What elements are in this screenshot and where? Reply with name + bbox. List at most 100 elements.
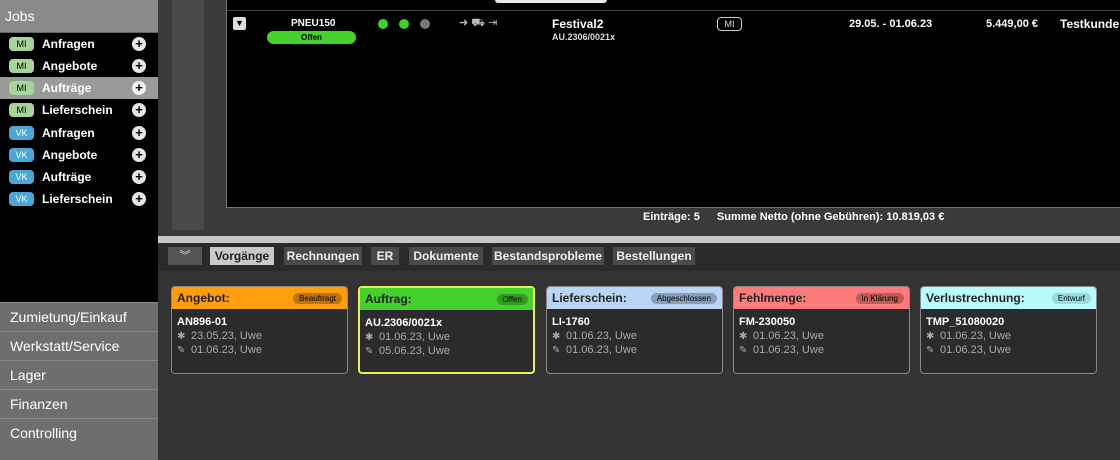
sidebar-item-mi-anfragen[interactable]: MI Anfragen + (0, 33, 158, 55)
card-created: ✱ 01.06.23, Uwe (552, 330, 722, 342)
card-lieferschein[interactable]: Lieferschein: Abgeschlossen LI-1760 ✱ 01.… (546, 286, 723, 374)
status-badge: Abgeschlossen (650, 292, 717, 304)
sidebar-item-label: Anfragen (42, 126, 95, 140)
mi-badge: MI (9, 37, 34, 51)
add-icon[interactable]: + (132, 148, 146, 162)
sidebar-item-label: Aufträge (42, 170, 92, 184)
card-edited: ✎ 05.06.23, Uwe (365, 345, 533, 357)
sidebar-item-vk-lieferschein[interactable]: VK Lieferschein + (0, 188, 158, 210)
card-edited: ✎ 01.06.23, Uwe (177, 344, 347, 356)
edit-icon: ✎ (552, 344, 561, 356)
add-icon[interactable]: + (132, 81, 146, 95)
created-text: 01.06.23, Uwe (566, 330, 637, 342)
created-text: 01.06.23, Uwe (940, 330, 1011, 342)
created-text: 23.05.23, Uwe (191, 330, 262, 342)
row-customer: Testkunde (1060, 17, 1120, 31)
card-created: ✱ 23.05.23, Uwe (177, 330, 347, 342)
mi-badge: MI (9, 103, 34, 117)
vk-badge: VK (9, 192, 34, 206)
tab-dokumente[interactable]: Dokumente (409, 247, 483, 265)
expand-row-icon[interactable]: ▼ (233, 17, 246, 30)
nav-finanzen[interactable]: Finanzen (0, 389, 158, 418)
card-verlustrechnung[interactable]: Verlustrechnung: Entwurf TMP_51080020 ✱ 0… (920, 286, 1097, 374)
arrow-right-icon[interactable]: ➜ (459, 17, 471, 29)
add-icon[interactable]: + (132, 192, 146, 206)
asterisk-icon: ✱ (177, 330, 186, 342)
mi-badge: MI (9, 59, 34, 73)
edit-icon: ✎ (365, 345, 374, 357)
card-created: ✱ 01.06.23, Uwe (365, 331, 533, 343)
status-badge: Offen (267, 31, 356, 44)
asterisk-icon: ✱ (552, 330, 561, 342)
scroll-indicator (495, 0, 607, 3)
pane-splitter[interactable] (158, 236, 1120, 243)
card-header: Angebot: Beauftragt (172, 287, 347, 309)
edit-icon: ✎ (177, 344, 186, 356)
edited-text: 05.06.23, Uwe (379, 345, 450, 357)
nav-lager[interactable]: Lager (0, 360, 158, 389)
table-row[interactable]: ▼ PNEU150 Offen ➜⛟⇥ Festival2 AU.2306/00… (227, 10, 1120, 52)
card-auftrag[interactable]: Auftrag: Offen AU.2306/0021x ✱ 01.06.23, … (358, 286, 535, 374)
card-header: Lieferschein: Abgeschlossen (547, 287, 722, 309)
sign-in-icon[interactable]: ⇥ (488, 17, 500, 29)
mi-badge: MI (9, 81, 34, 95)
status-badge: Offen (496, 293, 528, 305)
card-code: AU.2306/0021x (365, 317, 443, 329)
tab-er[interactable]: ER (371, 247, 399, 265)
add-icon[interactable]: + (132, 37, 146, 51)
tab-rechnungen[interactable]: Rechnungen (284, 247, 362, 265)
status-dot-icon (378, 19, 388, 29)
sidebar-item-vk-angebote[interactable]: VK Angebote + (0, 144, 158, 166)
column-scrollbar[interactable] (172, 0, 204, 230)
tab-bestellungen[interactable]: Bestellungen (613, 247, 695, 265)
sidebar-item-label: Lieferschein (42, 192, 113, 206)
add-icon[interactable]: + (132, 126, 146, 140)
card-fehlmenge[interactable]: Fehlmenge: In Klärung FM-230050 ✱ 01.06.2… (733, 286, 910, 374)
row-title: Festival2 (552, 17, 604, 31)
status-badge: In Klärung (855, 292, 904, 304)
card-edited: ✎ 01.06.23, Uwe (926, 344, 1096, 356)
add-icon[interactable]: + (132, 103, 146, 117)
sidebar: Jobs MI Anfragen + MI Angebote + MI Auft… (0, 0, 158, 460)
sidebar-item-mi-auftraege[interactable]: MI Aufträge + (0, 77, 158, 99)
card-code: TMP_51080020 (926, 316, 1005, 328)
sidebar-item-label: Lieferschein (42, 103, 113, 117)
card-code: FM-230050 (739, 316, 796, 328)
edited-text: 01.06.23, Uwe (191, 344, 262, 356)
nav-werkstatt-service[interactable]: Werkstatt/Service (0, 331, 158, 360)
card-title: Angebot: (177, 291, 230, 305)
card-angebot[interactable]: Angebot: Beauftragt AN896-01 ✱ 23.05.23, … (171, 286, 348, 374)
collapse-double-chevron-icon[interactable]: ︾ (168, 247, 202, 265)
sidebar-item-label: Angebote (42, 59, 98, 73)
asterisk-icon: ✱ (739, 330, 748, 342)
row-subtitle: AU.2306/0021x (552, 32, 616, 42)
vk-badge: VK (9, 126, 34, 140)
nav-zumietung-einkauf[interactable]: Zumietung/Einkauf (0, 302, 158, 331)
card-title: Auftrag: (365, 292, 412, 306)
card-title: Lieferschein: (552, 291, 627, 305)
card-created: ✱ 01.06.23, Uwe (926, 330, 1096, 342)
sum-net: Summe Netto (ohne Gebühren): 10.819,03 € (716, 211, 945, 223)
card-header: Auftrag: Offen (360, 288, 533, 310)
nav-controlling[interactable]: Controlling (0, 418, 158, 460)
asterisk-icon: ✱ (926, 330, 935, 342)
truck-icon[interactable]: ⛟ (471, 17, 488, 29)
sidebar-item-vk-anfragen[interactable]: VK Anfragen + (0, 122, 158, 144)
status-dot-icon (420, 19, 430, 29)
sidebar-item-mi-lieferschein[interactable]: MI Lieferschein + (0, 99, 158, 121)
sidebar-item-label: Anfragen (42, 37, 95, 51)
add-icon[interactable]: + (132, 170, 146, 184)
asterisk-icon: ✱ (365, 331, 374, 343)
sidebar-item-vk-auftraege[interactable]: VK Aufträge + (0, 166, 158, 188)
mi-badge: MI (717, 17, 742, 31)
edit-icon: ✎ (926, 344, 935, 356)
jobs-header[interactable]: Jobs (0, 0, 158, 33)
job-list: ▼ PNEU150 Offen ➜⛟⇥ Festival2 AU.2306/00… (226, 0, 1120, 208)
tab-bestandsprobleme[interactable]: Bestandsprobleme (492, 247, 604, 265)
card-header: Fehlmenge: In Klärung (734, 287, 909, 309)
sidebar-item-mi-angebote[interactable]: MI Angebote + (0, 55, 158, 77)
add-icon[interactable]: + (132, 59, 146, 73)
edited-text: 01.06.23, Uwe (566, 344, 637, 356)
sidebar-item-label: Angebote (42, 148, 98, 162)
tab-vorgaenge[interactable]: Vorgänge (210, 247, 274, 265)
